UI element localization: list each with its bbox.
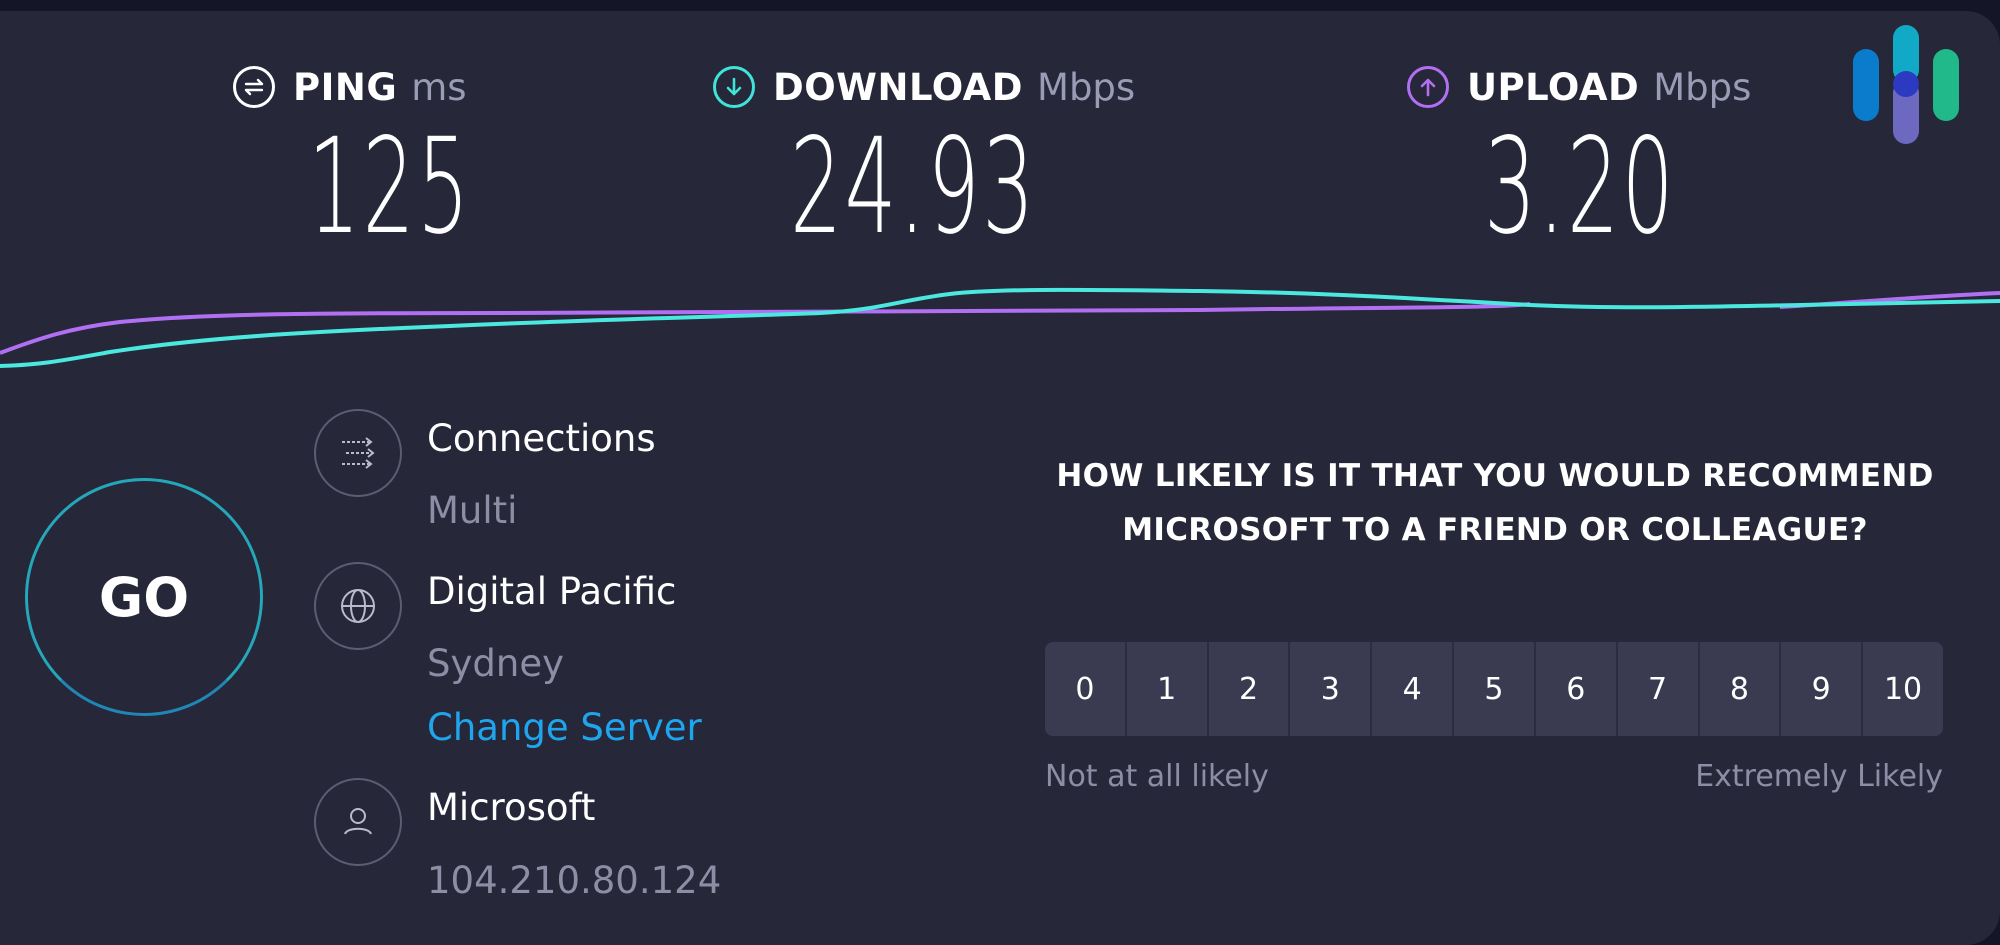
speedtest-panel: PING ms 125 DOWNLOAD Mbps 24.93 UPLOAD M… [0, 11, 2000, 945]
download-arrow-icon [713, 66, 755, 108]
rating-button-6[interactable]: 6 [1535, 642, 1618, 736]
upload-header: UPLOAD Mbps [1407, 63, 1751, 111]
globe-icon [314, 562, 402, 650]
download-value: 24.93 [790, 110, 1037, 264]
rating-button-3[interactable]: 3 [1290, 642, 1373, 736]
scale-low-label: Not at all likely [1045, 759, 1269, 794]
upload-arrow-icon [1407, 66, 1449, 108]
ping-unit: ms [411, 65, 467, 109]
ping-label: PING [293, 65, 398, 109]
connections-value: Multi [427, 489, 518, 532]
ping-icon [233, 66, 275, 108]
download-unit: Mbps [1037, 65, 1136, 109]
survey-question: HOW LIKELY IS IT THAT YOU WOULD RECOMMEN… [1056, 458, 1934, 548]
scale-high-label: Extremely Likely [1695, 759, 1943, 794]
server-name: Digital Pacific [427, 570, 677, 613]
rating-button-8[interactable]: 8 [1699, 642, 1782, 736]
rating-button-4[interactable]: 4 [1372, 642, 1455, 736]
upload-value: 3.20 [1484, 110, 1677, 264]
change-server-link[interactable]: Change Server [427, 706, 702, 749]
rating-button-10[interactable]: 10 [1863, 642, 1943, 736]
upload-graph-line [0, 302, 1531, 355]
rating-button-2[interactable]: 2 [1208, 642, 1291, 736]
upload-label: UPLOAD [1467, 65, 1640, 109]
ping-value: 125 [308, 110, 472, 264]
rating-scale: 0 1 2 3 4 5 6 7 8 9 10 [1045, 642, 1943, 736]
rating-button-1[interactable]: 1 [1126, 642, 1209, 736]
download-graph-line [0, 287, 2000, 368]
connections-arrows-icon [314, 409, 402, 497]
provider-name: Microsoft [427, 786, 596, 829]
speedtest-logo-icon [1853, 25, 1959, 144]
download-header: DOWNLOAD Mbps [713, 63, 1135, 111]
user-icon [314, 778, 402, 866]
server-location: Sydney [427, 642, 564, 685]
ping-header: PING ms [233, 63, 467, 111]
go-button[interactable]: GO [25, 478, 263, 716]
upload-unit: Mbps [1653, 65, 1752, 109]
speed-graph [0, 287, 2000, 368]
rating-button-7[interactable]: 7 [1617, 642, 1700, 736]
rating-button-5[interactable]: 5 [1454, 642, 1536, 736]
rating-button-9[interactable]: 9 [1781, 642, 1864, 736]
rating-button-0[interactable]: 0 [1045, 642, 1127, 736]
download-label: DOWNLOAD [773, 65, 1024, 109]
provider-ip: 104.210.80.124 [427, 859, 722, 902]
connections-title: Connections [427, 417, 656, 460]
